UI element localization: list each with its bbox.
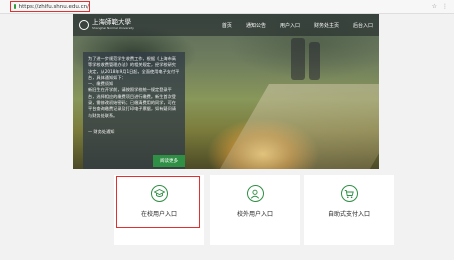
self-service-payment-card[interactable]: 自助式支付入口 xyxy=(304,175,394,245)
person-icon xyxy=(246,185,264,202)
notice-panel: 为了进一步规范学生收费工作，根据《上海市高等学校收费管理办法》的相关规定，经学校… xyxy=(83,52,185,169)
student-figure xyxy=(291,38,305,80)
campus-user-entry-card[interactable]: 在校用户入口 xyxy=(114,175,204,245)
top-navigation: 上海師範大學 Shanghai Normal University 首页 通知公… xyxy=(73,14,379,36)
address-bar[interactable]: https://zhifu.shnu.edu.cn/ xyxy=(10,1,90,12)
card-label: 在校用户入口 xyxy=(140,211,177,218)
url-text: https://zhifu.shnu.edu.cn/ xyxy=(18,3,89,10)
hero-banner: 上海師範大學 Shanghai Normal University 首页 通知公… xyxy=(73,14,379,169)
bookmark-icon[interactable]: ☆ xyxy=(432,3,437,10)
cart-icon xyxy=(340,185,358,202)
notice-paragraph: 为了进一步规范学生收费工作，根据《上海市高等学校收费管理办法》的相关规定，经学校… xyxy=(88,56,180,80)
student-figure xyxy=(309,42,320,80)
browser-toolbar: https://zhifu.shnu.edu.cn/ ☆ ⋮ xyxy=(0,0,454,14)
browser-actions: ☆ ⋮ xyxy=(432,3,448,10)
nav-announcements[interactable]: 通知公告 xyxy=(246,22,266,29)
seal-icon xyxy=(79,19,89,30)
card-label: 校外用户入口 xyxy=(236,211,273,218)
nav-home[interactable]: 首页 xyxy=(222,22,232,29)
notice-paragraph: 新旧生在开学前，请按照学校统一规定登录平台，选择相应的缴费项目进行缴费。新生首次… xyxy=(88,87,176,118)
logo-english-name: Shanghai Normal University xyxy=(92,26,134,30)
university-logo[interactable]: 上海師範大學 Shanghai Normal University xyxy=(79,19,134,30)
graduation-cap-icon xyxy=(150,185,168,202)
nav-user-entry[interactable]: 用户入口 xyxy=(280,22,300,29)
extensions-icon[interactable]: ⋮ xyxy=(442,3,448,10)
secure-lock-icon xyxy=(14,4,16,9)
notice-signature: — 财务处通知 xyxy=(88,128,115,134)
nav-finance-home[interactable]: 财务处主页 xyxy=(314,22,339,29)
logo-chinese-name: 上海師範大學 xyxy=(92,18,131,26)
nav-admin-entry[interactable]: 后台入口 xyxy=(353,22,373,29)
external-user-entry-card[interactable]: 校外用户入口 xyxy=(210,175,300,245)
card-label: 自助式支付入口 xyxy=(327,211,370,218)
read-more-button[interactable]: 阅读更多 xyxy=(153,155,185,167)
